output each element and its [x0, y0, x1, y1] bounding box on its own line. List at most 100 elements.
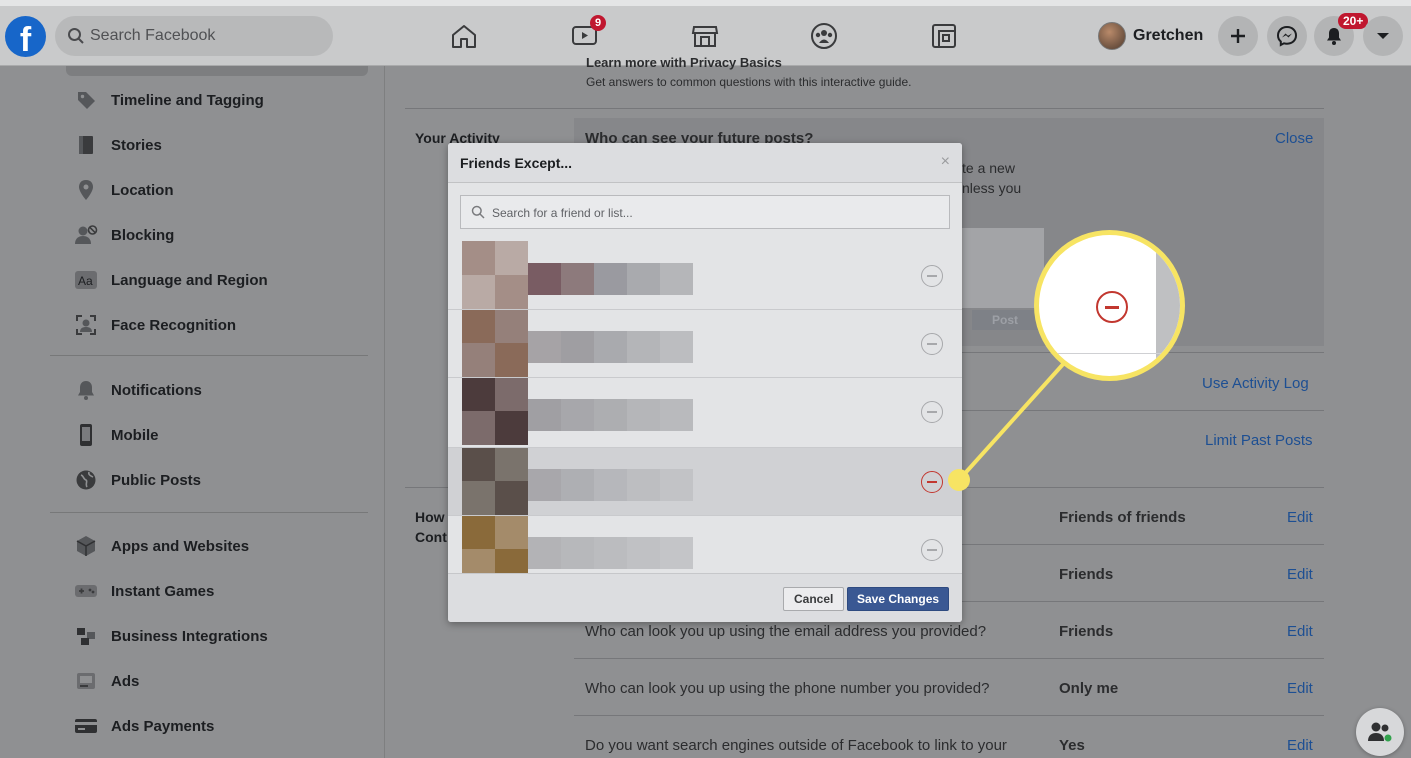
sidebar-item-label: Face Recognition [111, 316, 237, 334]
sidebar-item-face-recognition[interactable]: Face Recognition [72, 310, 236, 340]
sidebar-item-timeline-and-tagging[interactable]: Timeline and Tagging [72, 85, 264, 115]
use-activity-log-link[interactable]: Use Activity Log [1202, 375, 1309, 392]
account-menu-button[interactable] [1363, 16, 1403, 56]
remove-friend-button[interactable] [921, 471, 943, 493]
censored-avatar-block [462, 377, 495, 411]
tag-icon [72, 88, 100, 112]
sidebar-item-language-and-region[interactable]: Aa Language and Region [72, 265, 268, 295]
censored-avatar-block [462, 343, 495, 377]
credit-card-icon [72, 714, 100, 738]
close-link[interactable]: Close [1275, 130, 1313, 147]
contacts-button[interactable] [1356, 708, 1404, 756]
panel-partial-text: nless you [962, 180, 1022, 196]
friends-except-dialog: Friends Except... × Search for a friend … [448, 143, 962, 622]
sidebar-item-instant-games[interactable]: Instant Games [72, 576, 214, 606]
groups-icon[interactable] [800, 18, 848, 54]
sidebar-item-label: Mobile [111, 426, 159, 444]
sidebar-item-label: Language and Region [111, 271, 268, 289]
censored-name-block [660, 331, 693, 363]
section-divider [405, 108, 1324, 109]
integrations-icon [72, 624, 100, 648]
watch-icon[interactable]: 9 [561, 15, 609, 54]
censored-name-block [594, 263, 627, 295]
friend-search-input[interactable]: Search for a friend or list... [460, 195, 950, 229]
close-icon[interactable]: × [941, 153, 950, 171]
edit-link[interactable]: Edit [1287, 566, 1313, 583]
create-button[interactable] [1218, 16, 1258, 56]
edit-link[interactable]: Edit [1287, 509, 1313, 526]
setting-question: Who can look you up using the phone numb… [585, 680, 990, 697]
setting-value: Yes [1059, 737, 1085, 754]
censored-name-block [528, 399, 561, 431]
censored-name-block [528, 537, 561, 569]
minus-icon [927, 481, 937, 483]
language-icon: Aa [72, 268, 100, 292]
sidebar-item-ads[interactable]: Ads [72, 666, 139, 696]
post-button[interactable]: Post [972, 310, 1038, 330]
edit-link[interactable]: Edit [1287, 623, 1313, 640]
remove-friend-button[interactable] [921, 401, 943, 423]
search-facebook-input[interactable]: Search Facebook [55, 16, 333, 56]
edit-link[interactable]: Edit [1287, 680, 1313, 697]
sidebar-item-apps-and-websites[interactable]: Apps and Websites [72, 531, 249, 561]
save-changes-button[interactable]: Save Changes [847, 587, 950, 611]
friend-row [448, 241, 962, 309]
censored-name-block [594, 469, 627, 501]
censored-avatar-block [495, 241, 528, 275]
privacy-basics-description: Get answers to common questions with thi… [586, 75, 912, 89]
panel-partial-text: te a new [962, 160, 1015, 176]
edit-link[interactable]: Edit [1287, 737, 1313, 754]
setting-question: Do you want search engines outside of Fa… [585, 737, 1007, 754]
profile-button[interactable]: Gretchen [1098, 18, 1203, 54]
sidebar-item-mobile[interactable]: Mobile [72, 420, 159, 450]
sidebar-item-blocking[interactable]: Blocking [72, 220, 174, 250]
sidebar-item-public-posts[interactable]: Public Posts [72, 465, 201, 495]
limit-past-posts-link[interactable]: Limit Past Posts [1205, 432, 1313, 449]
sidebar-item-business-integrations[interactable]: Business Integrations [72, 621, 268, 651]
sidebar-item-label: Notifications [111, 381, 202, 399]
censored-name-block [627, 331, 660, 363]
censored-name-block [627, 399, 660, 431]
censored-avatar-block [495, 411, 528, 445]
censored-avatar-block [462, 275, 495, 309]
gaming-icon[interactable] [920, 18, 968, 54]
censored-avatar-block [495, 447, 528, 481]
sidebar-selected-item[interactable] [66, 66, 368, 76]
messenger-button[interactable] [1267, 16, 1307, 56]
censored-name-block [627, 537, 660, 569]
censored-name-block [594, 537, 627, 569]
notifications-button[interactable]: 20+ [1314, 13, 1369, 56]
censored-avatar-block [495, 377, 528, 411]
setting-value: Friends of friends [1059, 509, 1186, 526]
composer-preview [962, 228, 1044, 308]
settings-sidebar: Timeline and Tagging Stories Location Bl… [0, 66, 385, 758]
cancel-button[interactable]: Cancel [783, 587, 845, 611]
friend-row [448, 309, 962, 377]
remove-friend-button[interactable] [921, 265, 943, 287]
sidebar-item-stories[interactable]: Stories [72, 130, 162, 160]
censored-avatar-block [462, 411, 495, 445]
sidebar-item-ads-payments[interactable]: Ads Payments [72, 711, 214, 741]
censored-avatar-block [462, 447, 495, 481]
censored-name-block [660, 469, 693, 501]
mobile-icon [72, 423, 100, 447]
watch-badge: 9 [590, 15, 607, 31]
remove-friend-button[interactable] [921, 333, 943, 355]
minus-icon [927, 343, 937, 345]
censored-avatar-block [495, 515, 528, 549]
sidebar-item-location[interactable]: Location [72, 175, 174, 205]
sidebar-item-notifications[interactable]: Notifications [72, 375, 202, 405]
remove-friend-button[interactable] [921, 539, 943, 561]
facebook-logo[interactable]: f [5, 16, 46, 57]
sidebar-item-label: Stories [111, 136, 162, 154]
notifications-badge: 20+ [1338, 13, 1369, 29]
sidebar-item-label: Apps and Websites [111, 537, 250, 555]
setting-value: Friends [1059, 566, 1114, 583]
dialog-header: Friends Except... × [448, 143, 962, 183]
home-icon[interactable] [440, 18, 488, 54]
minus-icon [927, 411, 937, 413]
caret-down-icon [1377, 33, 1389, 39]
privacy-basics-title[interactable]: Learn more with Privacy Basics [586, 55, 782, 70]
bell-icon [1327, 28, 1341, 45]
marketplace-icon[interactable] [681, 18, 729, 54]
